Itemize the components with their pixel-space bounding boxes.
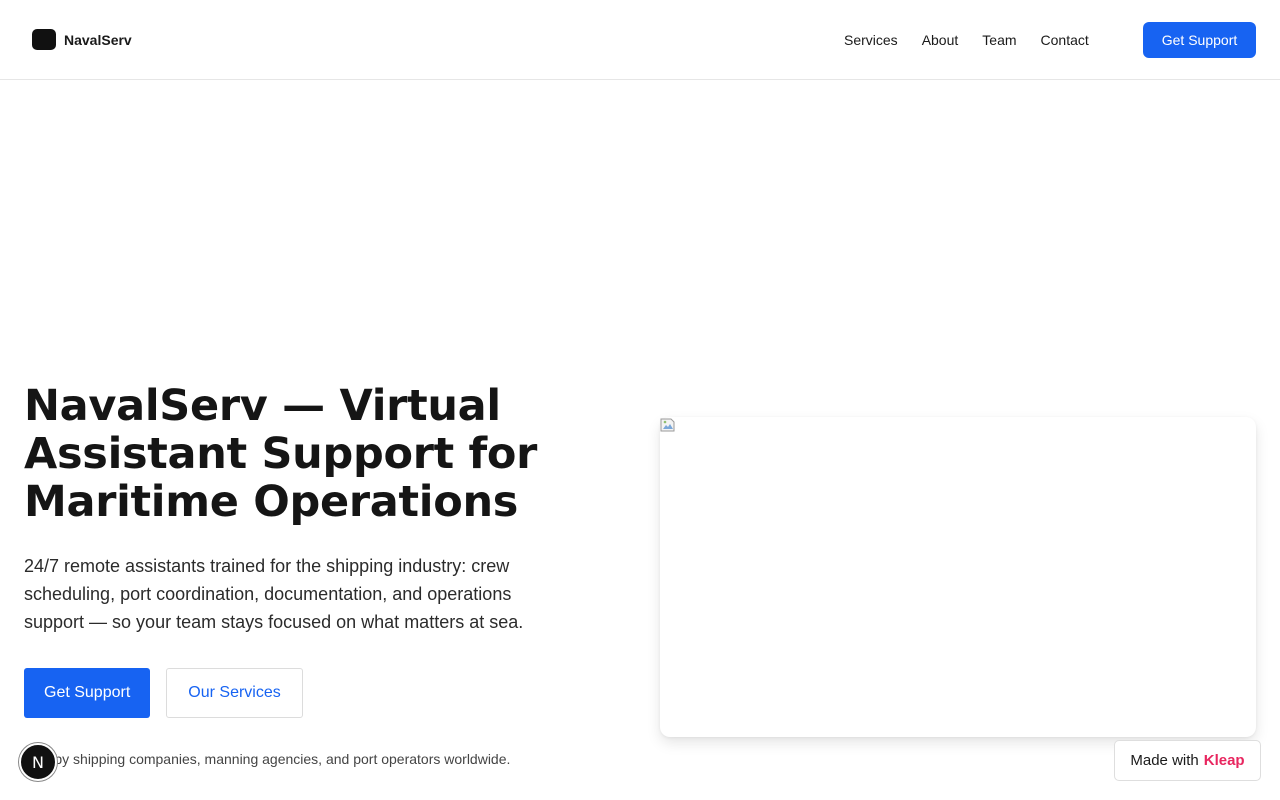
kleap-brand-text: Kleap	[1203, 752, 1245, 769]
brand-link[interactable]: NavalServ	[32, 29, 132, 50]
hero-image	[660, 417, 1256, 737]
hero-get-support-button[interactable]: Get Support	[24, 668, 151, 718]
made-with-kleap-badge[interactable]: Made with Kleap	[1114, 740, 1261, 781]
main-nav: Services About Team Contact	[832, 0, 1101, 80]
nav-link-about[interactable]: About	[910, 30, 971, 50]
nav-link-contact[interactable]: Contact	[1029, 30, 1101, 50]
made-with-label: Made with	[1130, 752, 1199, 769]
hero-description: 24/7 remote assistants trained for the s…	[24, 556, 524, 632]
header-get-support-button[interactable]: Get Support	[1143, 22, 1256, 58]
nav-link-team[interactable]: Team	[970, 30, 1028, 50]
nav-link-services[interactable]: Services	[832, 30, 910, 50]
brand-name: NavalServ	[64, 31, 132, 48]
site-header: NavalServ Services About Team Contact Ge…	[0, 0, 1280, 80]
hero-our-services-button[interactable]: Our Services	[166, 668, 303, 718]
logo-mark-icon	[32, 29, 56, 50]
hero-title: NavalServ — Virtual Assistant Support fo…	[24, 381, 538, 527]
hero-cta-row: Get Support Our Services	[24, 668, 303, 718]
trusted-by-text: sted by shipping companies, manning agen…	[24, 751, 511, 767]
floating-avatar-button[interactable]: N	[19, 743, 57, 781]
broken-image-icon	[660, 418, 675, 432]
